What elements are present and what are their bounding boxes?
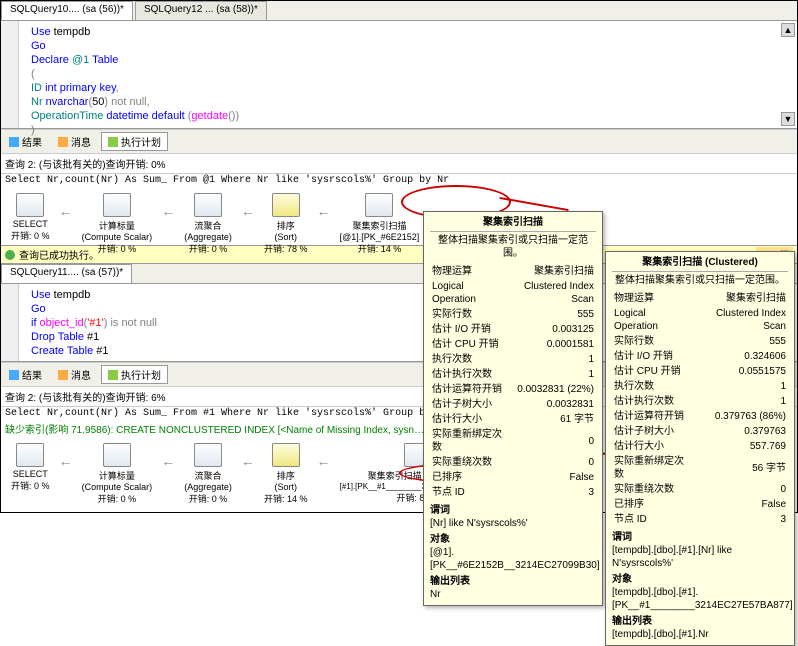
editor-gutter [1, 21, 19, 128]
scroll-down-icon[interactable]: ▼ [781, 112, 795, 126]
arrow-icon: ← [317, 453, 331, 469]
arrow-icon: ← [241, 203, 255, 219]
plan-node-aggregate[interactable]: 流聚合(Aggregate)开销: 0 % [184, 443, 232, 505]
message-icon [58, 137, 68, 147]
editor-gutter [1, 284, 19, 361]
query-sql-1: Select Nr,count(Nr) As Sum_ From @1 Wher… [1, 174, 797, 187]
arrow-icon: ← [59, 203, 73, 219]
tooltip-index-scan-1: 聚集索引扫描 整体扫描聚集索引或只扫描一定范围。 物理运算聚集索引扫描Logic… [423, 211, 603, 606]
sql-editor-1[interactable]: Use tempdb Go Declare @1 Table ( ID int … [1, 21, 797, 129]
scroll-up-icon[interactable]: ▲ [781, 23, 795, 37]
plan-node-aggregate[interactable]: 流聚合(Aggregate)开销: 0 % [184, 193, 232, 255]
plan-node-compute[interactable]: 计算标量(Compute Scalar)开销: 0 % [82, 193, 153, 255]
highlight-arrow [499, 197, 568, 211]
plan-icon [108, 370, 118, 380]
arrow-icon: ← [317, 203, 331, 219]
plan-node-select[interactable]: SELECT开销: 0 % [11, 193, 50, 242]
arrow-icon: ← [241, 453, 255, 469]
tab-sqlquery10[interactable]: SQLQuery10.... (sa (56))* [1, 1, 133, 20]
grid-icon [9, 370, 19, 380]
tab-bar: SQLQuery10.... (sa (56))* SQLQuery12 ...… [1, 1, 797, 21]
arrow-icon: ← [161, 453, 175, 469]
plan-node-compute[interactable]: 计算标量(Compute Scalar)开销: 0 % [82, 443, 153, 505]
tab-sqlquery12[interactable]: SQLQuery12 ... (sa (58))* [135, 1, 267, 20]
arrow-icon: ← [161, 203, 175, 219]
execution-plan-1[interactable]: SELECT开销: 0 % ← 计算标量(Compute Scalar)开销: … [1, 187, 797, 245]
grid-icon [9, 137, 19, 147]
tab-results-2[interactable]: 结果 [3, 365, 48, 384]
plan-node-sort[interactable]: 排序(Sort)开销: 78 % [264, 193, 308, 255]
tab-messages-2[interactable]: 消息 [52, 365, 97, 384]
message-icon [58, 370, 68, 380]
tab-sqlquery11[interactable]: SQLQuery11.... (sa (57))* [1, 264, 132, 283]
plan-icon [108, 137, 118, 147]
tooltip-index-scan-2: 聚集索引扫描 (Clustered) 整体扫描聚集索引或只扫描一定范围。 物理运… [605, 251, 795, 646]
tab-execution-plan-2[interactable]: 执行计划 [101, 365, 168, 384]
plan-node-select[interactable]: SELECT开销: 0 % [11, 443, 50, 492]
plan-node-sort[interactable]: 排序(Sort)开销: 14 % [264, 443, 308, 505]
plan-node-index-scan[interactable]: 聚集索引扫描[@1].[PK_#6E2152]开销: 14 % [340, 193, 420, 255]
arrow-icon: ← [59, 453, 73, 469]
query-header-1: 查询 2: (与该批有关的)查询开销: 0% [1, 154, 797, 174]
